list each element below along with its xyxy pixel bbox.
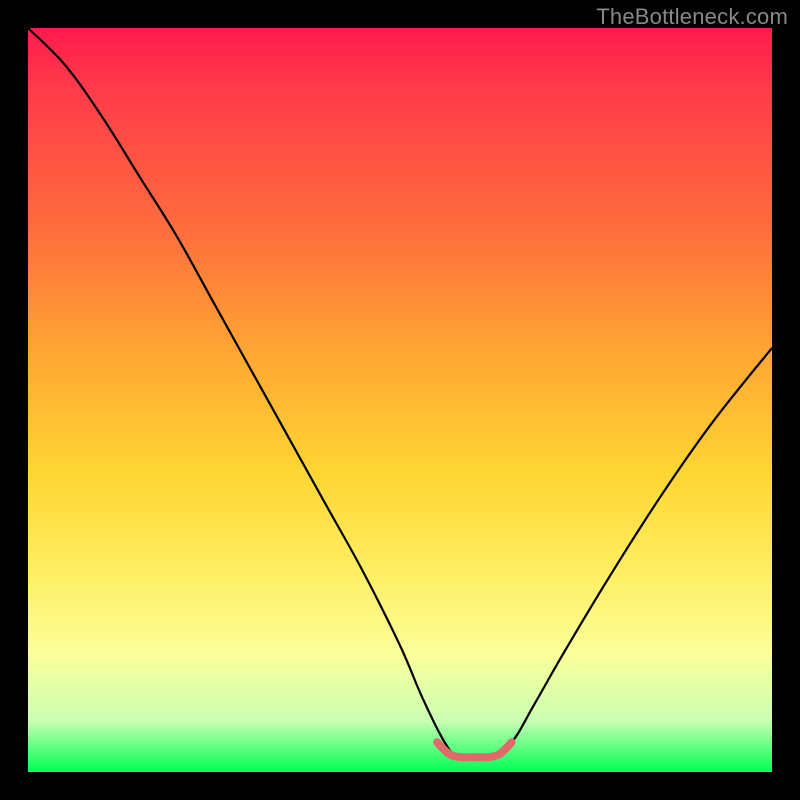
plot-area — [28, 28, 772, 772]
bottleneck-curve-path — [28, 28, 772, 759]
watermark-text: TheBottleneck.com — [596, 4, 788, 30]
bottleneck-chart: TheBottleneck.com — [0, 0, 800, 800]
curve-svg — [28, 28, 772, 772]
optimal-marker-path — [437, 742, 511, 757]
